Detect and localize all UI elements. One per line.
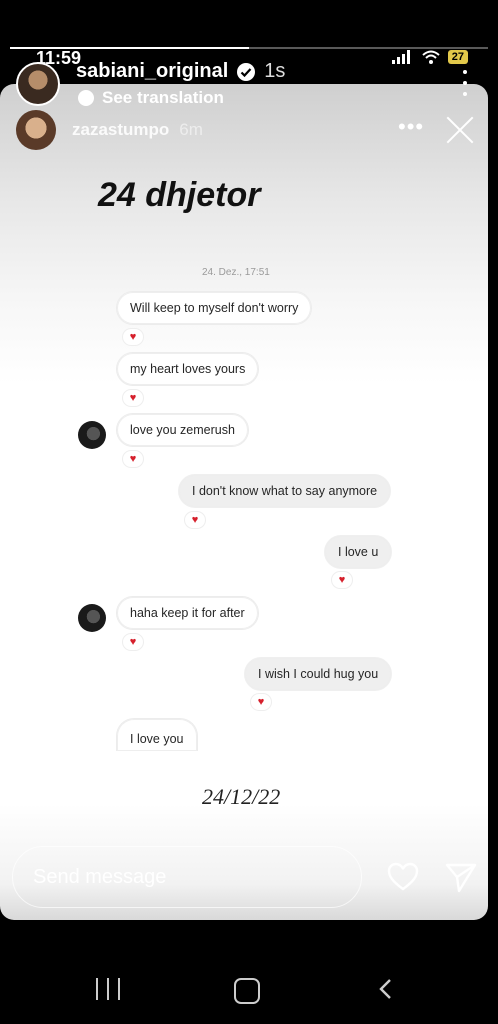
send-message-input[interactable]: Send message [12,846,362,908]
battery-icon: 27 [447,50,468,64]
story-owner-avatar[interactable] [16,62,60,106]
chat-message: I don't know what to say anymore [178,474,392,508]
heart-reaction-icon: ♥ [122,328,144,346]
chat-message: my heart loves yours [116,352,260,386]
chat-message: Will keep to myself don't worry [116,291,313,325]
story-heading: 24 dhjetor [98,176,261,214]
heart-reaction-icon: ♥ [122,389,144,407]
heart-icon[interactable] [386,860,420,894]
story-time-ago: 1s [264,60,286,82]
status-icons: 27 [391,50,468,64]
heart-reaction-icon: ♥ [184,511,206,529]
chat-avatar [78,421,106,449]
wifi-icon [422,50,440,64]
chat-message: love you zemerush [116,413,249,447]
reposted-user-avatar[interactable] [16,110,56,150]
close-icon[interactable] [446,116,474,144]
chat-message: I wish I could hug you [244,657,393,691]
signal-icon [391,50,410,64]
see-translation-button[interactable]: See translation [78,88,224,108]
reposted-story-card[interactable]: zazastumpo 6m ••• 24 dhjetor 24. Dez., 17… [0,84,488,920]
chat-date: 24. Dez., 17:51 [202,267,270,278]
story-progress-bar [10,47,488,49]
send-icon[interactable] [444,860,478,894]
reposted-user-name[interactable]: zazastumpo 6m [72,120,203,140]
home-icon[interactable] [234,978,260,1004]
chat-avatar [78,604,106,632]
story-owner-name[interactable]: sabiani_original 1s [76,60,285,83]
reposted-more-icon[interactable]: ••• [398,114,424,140]
verified-badge-icon [237,62,256,81]
heart-reaction-icon: ♥ [122,633,144,651]
chat-message: I love u [324,535,393,569]
reposted-time-ago: 6m [179,120,203,139]
more-options-icon[interactable] [462,70,468,96]
recents-icon[interactable] [96,978,120,1002]
back-icon[interactable] [378,978,392,1000]
chat-message: haha keep it for after [116,596,259,630]
signature-date: 24/12/22 [202,784,281,809]
heart-reaction-icon: ♥ [331,571,353,589]
heart-reaction-icon: ♥ [122,450,144,468]
chat-message: I love you [116,718,198,751]
translate-bubble-icon [78,90,94,106]
heart-reaction-icon: ♥ [250,693,272,711]
